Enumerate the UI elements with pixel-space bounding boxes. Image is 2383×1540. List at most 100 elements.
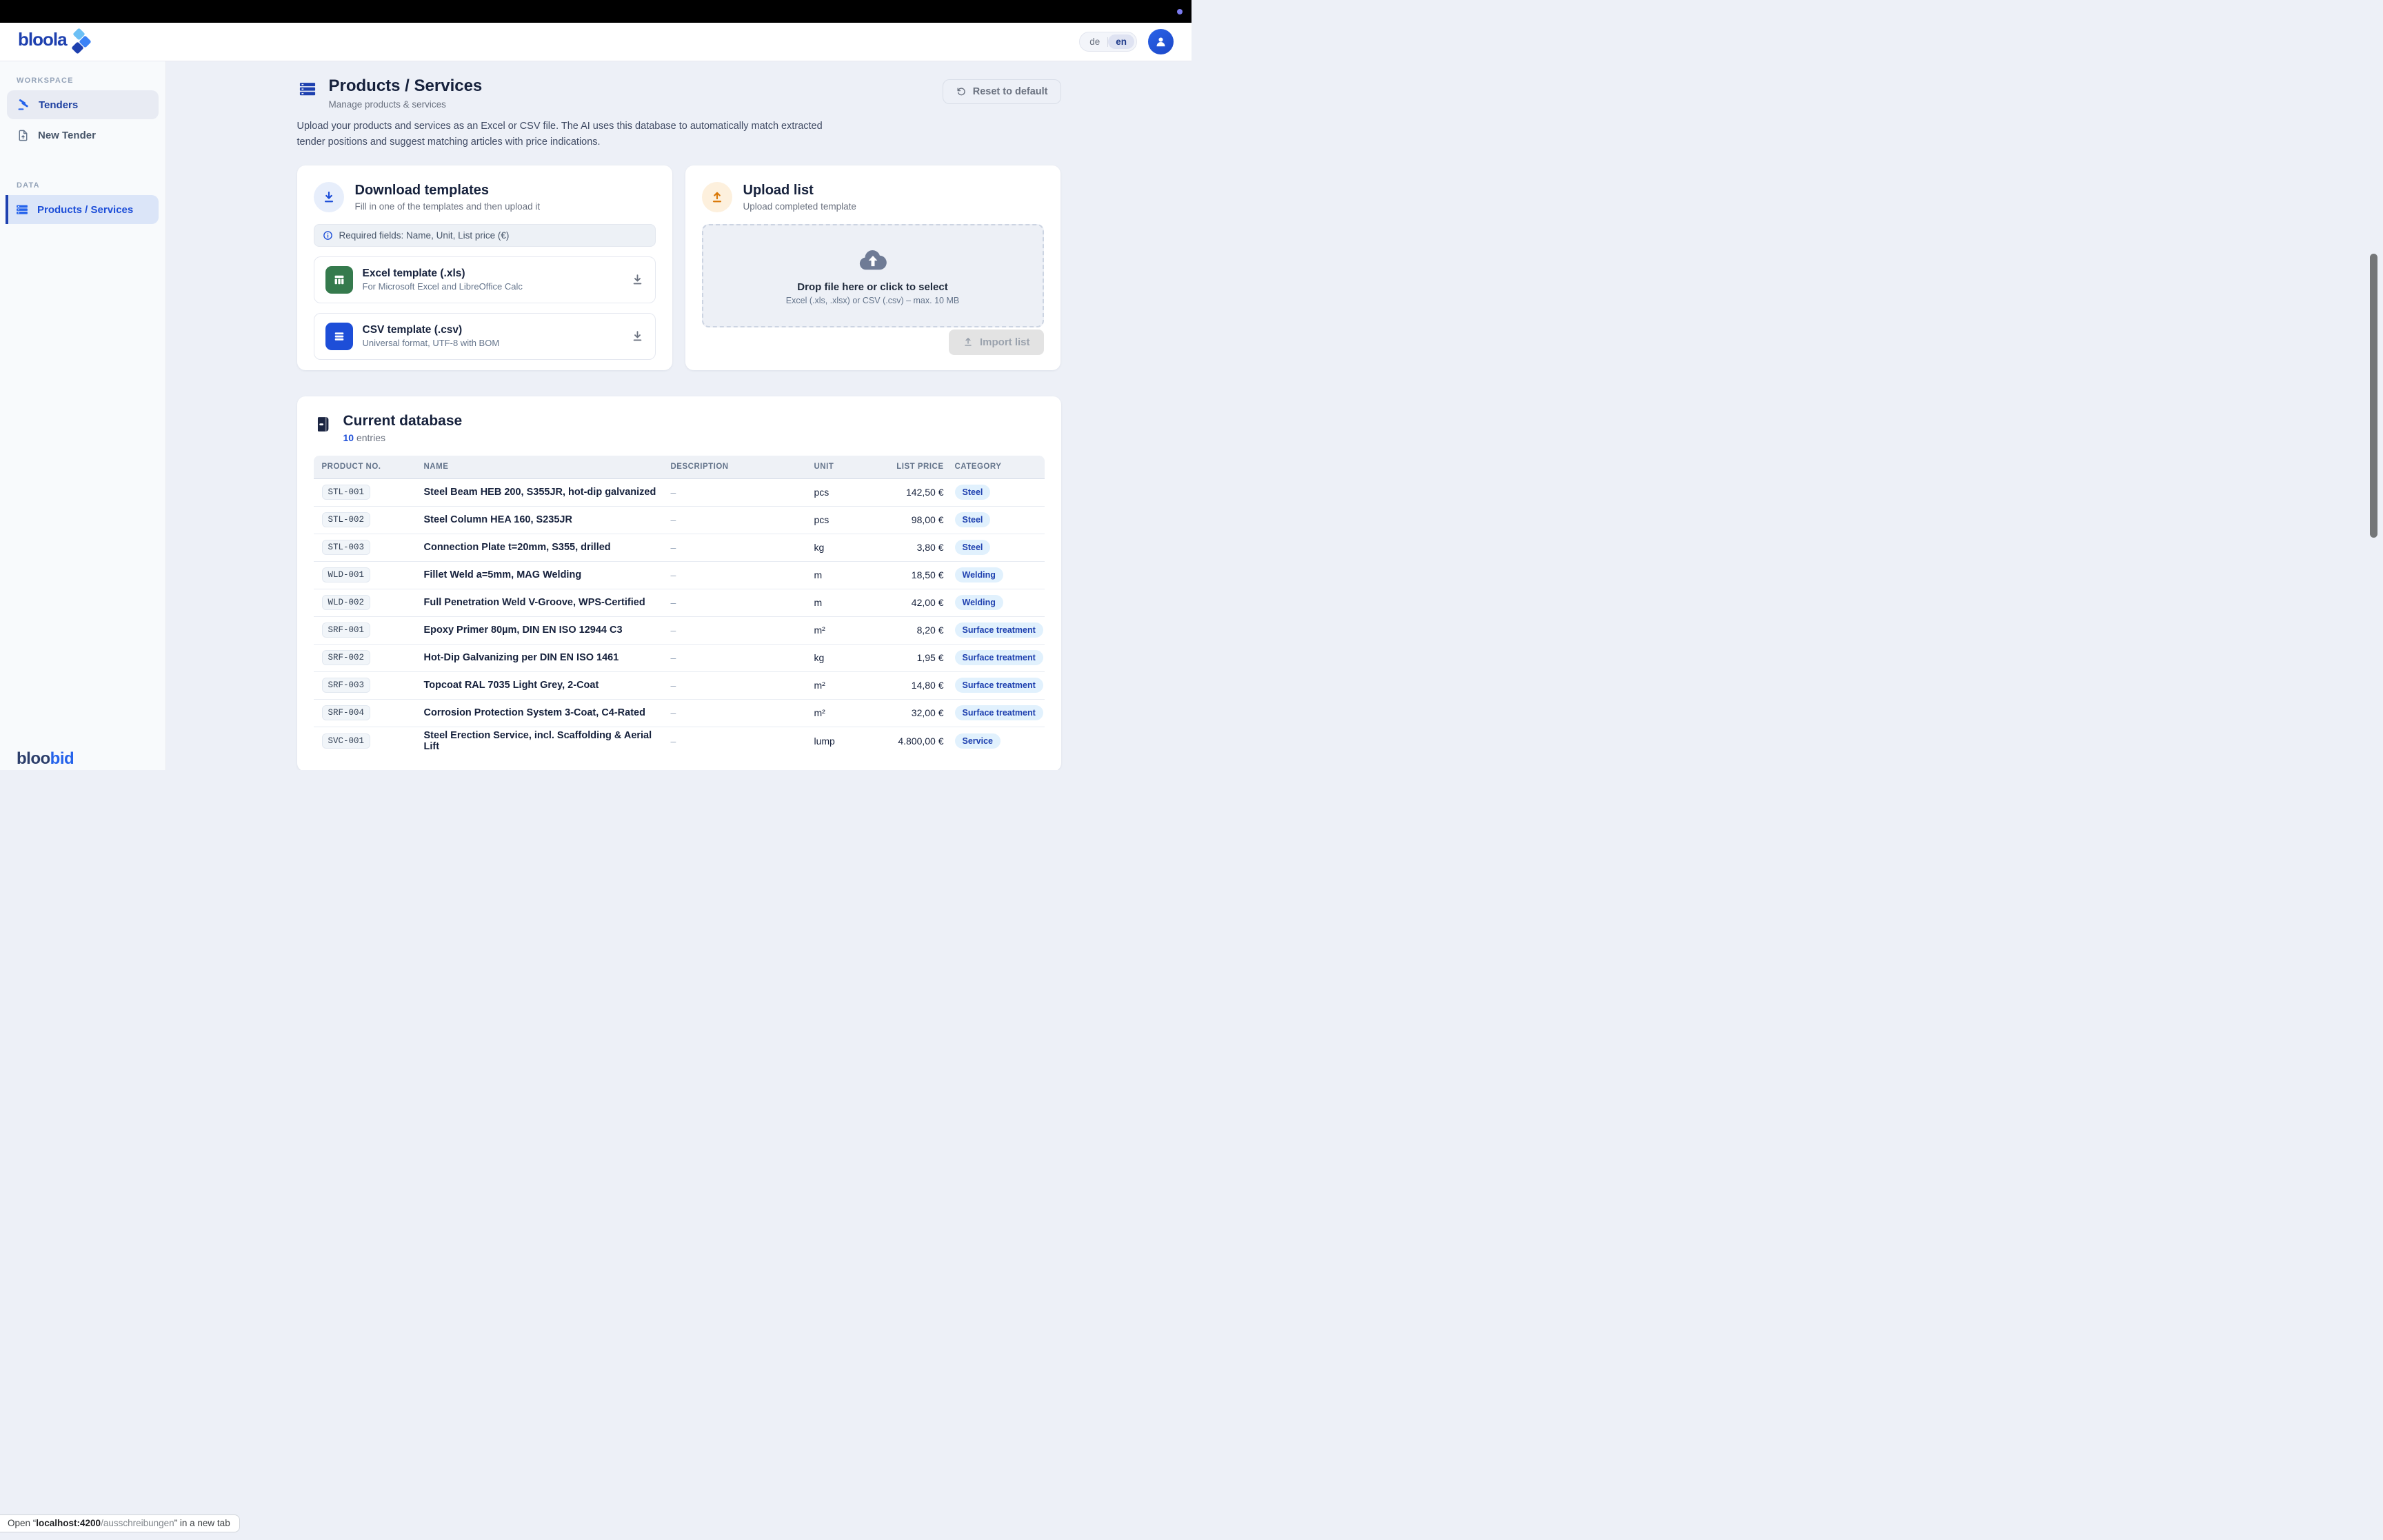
- info-icon: [323, 230, 333, 241]
- browser-status-tooltip: Open “localhost:4200/ausschreibungen” in…: [0, 1514, 240, 1532]
- product-list-price: 4.800,00 €: [869, 736, 947, 747]
- sidebar: Workspace Tenders: [0, 61, 166, 770]
- page-subtitle: Manage products & services: [329, 99, 483, 110]
- product-unit: kg: [806, 652, 869, 663]
- csv-template-subtitle: Universal format, UTF-8 with BOM: [363, 338, 500, 348]
- import-list-button[interactable]: Import list: [949, 330, 1044, 355]
- product-unit: m²: [806, 707, 869, 718]
- upload-icon: [702, 182, 732, 212]
- sidebar-item-new-tender[interactable]: New Tender: [7, 121, 159, 150]
- product-name: Full Penetration Weld V-Groove, WPS-Cert…: [416, 597, 663, 608]
- product-no-badge: STL-001: [322, 485, 371, 500]
- product-no-badge: STL-002: [322, 512, 371, 527]
- product-unit: m²: [806, 680, 869, 691]
- system-top-bar: [0, 0, 1192, 23]
- product-description: –: [663, 597, 806, 608]
- product-no-badge: SRF-004: [322, 705, 371, 720]
- product-list-price: 8,20 €: [869, 625, 947, 636]
- csv-file-icon: [325, 323, 353, 350]
- column-header-unit: Unit: [806, 463, 869, 471]
- product-name: Steel Column HEA 160, S235JR: [416, 514, 663, 525]
- category-badge: Surface treatment: [955, 650, 1043, 665]
- category-badge: Welding: [955, 567, 1003, 582]
- main-content: Products / Services Manage products & se…: [166, 61, 1192, 770]
- list-icon: [297, 79, 318, 110]
- table-row: WLD-002 Full Penetration Weld V-Groove, …: [314, 589, 1045, 617]
- upload-card-title: Upload list: [743, 182, 856, 199]
- category-badge: Surface treatment: [955, 622, 1043, 638]
- product-description: –: [663, 707, 806, 718]
- person-icon: [1154, 34, 1168, 49]
- product-name: Fillet Weld a=5mm, MAG Welding: [416, 569, 663, 580]
- table-header-row: Product no. Name Description Unit List p…: [314, 456, 1045, 479]
- logo-wordmark: bloola: [18, 29, 67, 50]
- required-fields-note: Required fields: Name, Unit, List price …: [314, 224, 656, 247]
- product-list-price: 142,50 €: [869, 487, 947, 498]
- download-excel-icon[interactable]: [631, 273, 644, 286]
- category-badge: Steel: [955, 512, 991, 527]
- download-card-subtitle: Fill in one of the templates and then up…: [355, 201, 541, 212]
- product-description: –: [663, 680, 806, 691]
- column-header-product-no: Product no.: [314, 463, 416, 471]
- language-option-de[interactable]: de: [1082, 34, 1107, 49]
- upload-card-subtitle: Upload completed template: [743, 201, 856, 212]
- product-description: –: [663, 625, 806, 636]
- sidebar-item-label: Tenders: [39, 99, 78, 111]
- product-list-price: 3,80 €: [869, 542, 947, 553]
- table-row: SRF-003 Topcoat RAL 7035 Light Grey, 2-C…: [314, 672, 1045, 700]
- intro-text: Upload your products and services as an …: [297, 119, 841, 150]
- download-card-title: Download templates: [355, 182, 541, 199]
- column-header-description: Description: [663, 463, 806, 471]
- csv-template-row[interactable]: CSV template (.csv) Universal format, UT…: [314, 313, 656, 360]
- product-description: –: [663, 569, 806, 580]
- product-unit: m: [806, 569, 869, 580]
- table-row: SRF-001 Epoxy Primer 80µm, DIN EN ISO 12…: [314, 617, 1045, 645]
- excel-file-icon: [325, 266, 353, 294]
- entries-count: 10 entries: [343, 432, 463, 443]
- dropzone-hint: Excel (.xls, .xlsx) or CSV (.csv) – max.…: [786, 296, 959, 305]
- product-name: Connection Plate t=20mm, S355, drilled: [416, 542, 663, 553]
- product-name: Corrosion Protection System 3-Coat, C4-R…: [416, 707, 663, 718]
- reset-to-default-button[interactable]: Reset to default: [943, 79, 1061, 104]
- download-templates-card: Download templates Fill in one of the te…: [297, 165, 672, 370]
- product-unit: m²: [806, 625, 869, 636]
- product-description: –: [663, 652, 806, 663]
- recording-indicator-dot: [1177, 9, 1183, 14]
- product-unit: kg: [806, 542, 869, 553]
- excel-template-subtitle: For Microsoft Excel and LibreOffice Calc: [363, 281, 523, 292]
- table-body: STL-001 Steel Beam HEB 200, S355JR, hot-…: [314, 479, 1045, 755]
- product-list-price: 18,50 €: [869, 569, 947, 580]
- table-row: SRF-002 Hot-Dip Galvanizing per DIN EN I…: [314, 645, 1045, 672]
- sidebar-item-tenders[interactable]: Tenders: [7, 90, 159, 119]
- reset-icon: [956, 86, 967, 97]
- sidebar-section-data: Data: [17, 181, 159, 190]
- gavel-icon: [17, 98, 30, 112]
- product-name: Hot-Dip Galvanizing per DIN EN ISO 1461: [416, 652, 663, 663]
- products-table: Product no. Name Description Unit List p…: [314, 456, 1045, 755]
- category-badge: Steel: [955, 540, 991, 555]
- sidebar-item-products-services[interactable]: Products / Services: [6, 195, 159, 224]
- language-option-en[interactable]: en: [1108, 34, 1134, 49]
- bloola-logo[interactable]: bloola: [18, 29, 93, 55]
- download-csv-icon[interactable]: [631, 330, 644, 343]
- product-list-price: 42,00 €: [869, 597, 947, 608]
- column-header-category: Category: [947, 463, 1045, 471]
- excel-template-row[interactable]: Excel template (.xls) For Microsoft Exce…: [314, 256, 656, 303]
- sidebar-section-workspace: Workspace: [17, 77, 159, 85]
- sidebar-item-label: New Tender: [38, 130, 96, 141]
- product-description: –: [663, 542, 806, 553]
- product-name: Steel Erection Service, incl. Scaffoldin…: [416, 730, 663, 752]
- product-name: Steel Beam HEB 200, S355JR, hot-dip galv…: [416, 487, 663, 498]
- vertical-scrollbar-thumb[interactable]: [2370, 254, 2377, 538]
- table-row: STL-003 Connection Plate t=20mm, S355, d…: [314, 534, 1045, 562]
- file-dropzone[interactable]: Drop file here or click to select Excel …: [702, 224, 1044, 327]
- product-no-badge: WLD-002: [322, 595, 371, 610]
- database-icon: [314, 414, 332, 434]
- product-unit: lump: [806, 736, 869, 747]
- product-no-badge: SVC-001: [322, 733, 371, 749]
- excel-template-title: Excel template (.xls): [363, 267, 523, 280]
- category-badge: Welding: [955, 595, 1003, 610]
- status-path: /ausschreibungen: [101, 1518, 174, 1528]
- user-avatar-button[interactable]: [1148, 29, 1174, 54]
- current-database-card: Current database 10 entries Product no. …: [297, 396, 1061, 770]
